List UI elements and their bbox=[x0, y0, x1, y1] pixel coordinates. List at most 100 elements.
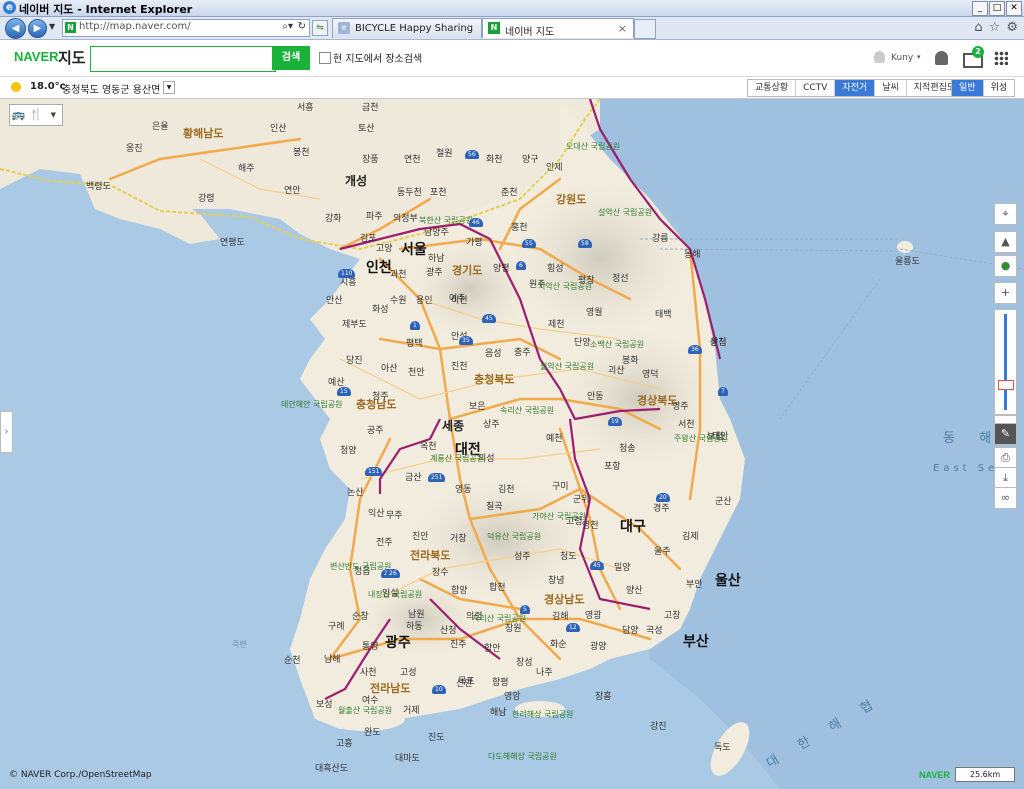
poi-dropdown-icon[interactable]: ▼ bbox=[45, 105, 62, 125]
current-location-icon[interactable]: ⌖ bbox=[994, 203, 1017, 225]
city-label: 김해 bbox=[552, 612, 569, 622]
minimize-icon[interactable]: _ bbox=[972, 1, 988, 16]
tab-normal-map[interactable]: 일반 bbox=[952, 80, 983, 96]
sun-weather-icon bbox=[11, 82, 21, 92]
bus-icon[interactable]: 🚌 bbox=[10, 105, 27, 125]
city-label: 인제 bbox=[546, 163, 563, 173]
close-icon[interactable]: ✕ bbox=[1006, 1, 1022, 16]
search-in-map-label[interactable]: 현 지도에서 장소검색 bbox=[333, 50, 422, 65]
tab-cctv[interactable]: CCTV bbox=[795, 80, 835, 96]
city-label: 연천 bbox=[404, 155, 421, 165]
city-label-ulsan[interactable]: 울산 bbox=[715, 570, 741, 590]
city-label: 순천 bbox=[284, 656, 301, 666]
city-label-sejong[interactable]: 세종 bbox=[442, 417, 464, 434]
address-search-icon[interactable]: ⌕▾ bbox=[282, 21, 293, 32]
city-label: 옥천 bbox=[420, 442, 437, 452]
window-title: 네이버 지도 - Internet Explorer bbox=[19, 3, 193, 16]
city-label: 함양 bbox=[451, 586, 468, 596]
city-label: 경주 bbox=[653, 504, 670, 514]
user-dropdown-icon[interactable]: ▾ bbox=[917, 53, 921, 61]
city-label-seoul[interactable]: 서울 bbox=[401, 239, 427, 259]
compass-icon[interactable]: ▲ bbox=[994, 231, 1017, 253]
city-label: 은율 bbox=[152, 122, 169, 132]
city-label: 장수 bbox=[432, 568, 449, 578]
city-label-gwangju[interactable]: 광주 bbox=[385, 632, 411, 652]
city-label: 안산 bbox=[326, 296, 343, 306]
search-input[interactable] bbox=[90, 46, 276, 72]
city-label: 연평도 bbox=[220, 238, 245, 248]
city-label: 영주 bbox=[672, 402, 689, 412]
city-label: 대흑산도 bbox=[315, 764, 349, 774]
city-label: 홍천 bbox=[511, 223, 528, 233]
tab-weather[interactable]: 날씨 bbox=[874, 80, 906, 96]
park-label: 월출산 국립공원 bbox=[338, 706, 393, 715]
ie-logo-icon: e bbox=[3, 1, 16, 14]
city-label: 하남 bbox=[428, 254, 445, 264]
address-url[interactable]: http://map.naver.com/ bbox=[79, 21, 191, 32]
back-icon[interactable]: ◀ bbox=[5, 18, 26, 39]
city-label: 창녕 bbox=[548, 576, 565, 586]
weather-layer-bar: 18.0°c 충청북도 영동군 용산면 ▼ 교통상황 CCTV 자전거 날씨 지… bbox=[0, 77, 1024, 99]
city-label: 청송 bbox=[619, 444, 636, 454]
tab-close-icon[interactable]: × bbox=[618, 22, 627, 35]
save-icon[interactable]: ⤓ bbox=[994, 467, 1017, 489]
link-icon[interactable]: ∞ bbox=[994, 487, 1017, 509]
naver-logo[interactable]: NAVER bbox=[14, 49, 59, 64]
search-in-map-checkbox[interactable] bbox=[319, 52, 331, 64]
compat-view-icon[interactable]: ⇋ bbox=[312, 20, 328, 36]
zoom-handle[interactable] bbox=[998, 380, 1014, 390]
tab-traffic[interactable]: 교통상황 bbox=[748, 80, 796, 96]
city-label-incheon[interactable]: 인천 bbox=[366, 257, 392, 277]
city-label: 당진 bbox=[346, 356, 363, 366]
city-label: 제천 bbox=[548, 320, 565, 330]
city-label: 진천 bbox=[451, 362, 468, 372]
city-label: 보성 bbox=[316, 700, 333, 710]
user-avatar-icon[interactable] bbox=[874, 51, 885, 63]
map-base-svg bbox=[0, 99, 1024, 789]
city-label: 용인 bbox=[416, 296, 433, 306]
location-dropdown-icon[interactable]: ▼ bbox=[163, 81, 175, 94]
zoom-slider[interactable] bbox=[994, 309, 1017, 415]
city-label: 봉천 bbox=[293, 148, 310, 158]
forward-icon[interactable]: ▶ bbox=[28, 19, 47, 38]
history-dropdown-icon[interactable]: ▼ bbox=[49, 22, 55, 31]
search-button[interactable]: 검색 bbox=[272, 46, 310, 70]
street-view-pin-icon[interactable]: ● bbox=[994, 255, 1017, 277]
park-label: 소백산 국립공원 bbox=[590, 340, 645, 349]
map-canvas[interactable]: 황해남도 강원도 경기도 충청남도 충청북도 경상북도 전라북도 경상남도 전라… bbox=[0, 99, 1024, 789]
city-label-busan[interactable]: 부산 bbox=[683, 631, 709, 651]
refresh-icon[interactable]: ↻ bbox=[298, 21, 306, 32]
window-title-bar: e 네이버 지도 - Internet Explorer _ □ ✕ bbox=[0, 0, 1024, 17]
notification-bell-icon[interactable] bbox=[935, 51, 948, 65]
route-badge: 26 bbox=[386, 569, 400, 578]
zoom-rail bbox=[1004, 314, 1007, 410]
ruler-icon[interactable]: ✎ bbox=[994, 423, 1017, 445]
city-label: 철원 bbox=[436, 149, 453, 159]
city-label: 양산 bbox=[626, 586, 643, 596]
city-label: 인산 bbox=[270, 124, 287, 134]
zoom-in-button[interactable]: + bbox=[994, 282, 1017, 304]
app-grid-icon[interactable] bbox=[994, 51, 1008, 65]
park-label: 설악산 국립공원 bbox=[598, 208, 653, 217]
tab-bicycle[interactable]: e BICYCLE Happy Sharing bbox=[332, 18, 482, 38]
tab-satellite-map[interactable]: 위성 bbox=[982, 80, 1015, 96]
park-label: 치악산 국립공원 bbox=[538, 282, 593, 291]
settings-gear-icon[interactable]: ⚙ bbox=[1006, 20, 1018, 35]
city-label: 진도 bbox=[428, 733, 445, 743]
new-tab-button[interactable] bbox=[634, 19, 656, 39]
home-icon[interactable]: ⌂ bbox=[974, 20, 982, 35]
park-label: 한려해상 국립공원 bbox=[512, 710, 574, 719]
city-label: 토산 bbox=[358, 124, 375, 134]
tab-bicycle-layer[interactable]: 자전거 bbox=[834, 80, 875, 96]
maximize-icon[interactable]: □ bbox=[989, 1, 1005, 16]
address-bar[interactable]: N http://map.naver.com/ ⌕▾ ↻ bbox=[62, 19, 310, 37]
restaurant-icon[interactable]: 🍴 bbox=[27, 105, 44, 125]
print-icon[interactable]: ⎙ bbox=[994, 447, 1017, 469]
favorites-star-icon[interactable]: ☆ bbox=[989, 20, 1001, 35]
city-label-daegu[interactable]: 대구 bbox=[620, 516, 646, 536]
tab-naver-map[interactable]: N 네이버 지도 × bbox=[482, 18, 634, 38]
side-panel-toggle[interactable]: › bbox=[0, 411, 13, 453]
city-label-kaesong[interactable]: 개성 bbox=[345, 172, 367, 189]
user-name[interactable]: Kuny bbox=[891, 53, 913, 63]
map-logo-suffix[interactable]: 지도 bbox=[58, 47, 86, 68]
